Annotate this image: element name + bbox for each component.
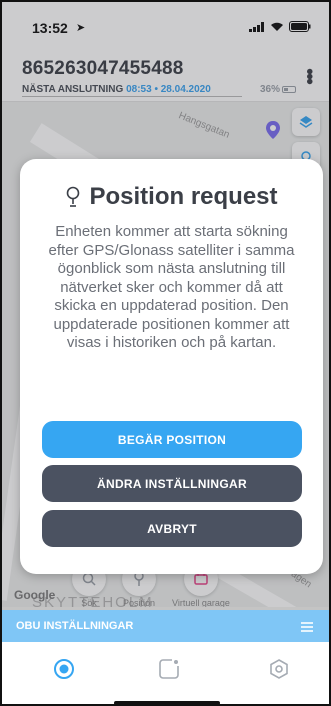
drag-handle-icon[interactable] bbox=[301, 622, 313, 634]
obu-settings-bar[interactable]: OBU INSTÄLLNINGAR bbox=[2, 610, 329, 642]
tab-device[interactable] bbox=[154, 654, 184, 684]
tab-settings[interactable] bbox=[264, 654, 294, 684]
dialog-message: Enheten kommer att starta sökning efter … bbox=[48, 223, 295, 351]
change-settings-button[interactable]: ÄNDRA INSTÄLLNINGAR bbox=[42, 465, 302, 502]
position-request-dialog: Position request Enheten kommer att star… bbox=[20, 159, 323, 574]
tab-bar bbox=[2, 642, 329, 704]
request-position-button[interactable]: BEGÄR POSITION bbox=[42, 421, 302, 458]
lightbulb-icon bbox=[67, 186, 80, 207]
tab-tracking[interactable] bbox=[49, 654, 79, 684]
dialog-title: Position request bbox=[89, 183, 278, 210]
home-indicator[interactable] bbox=[114, 701, 220, 704]
radar-icon bbox=[54, 659, 74, 679]
dialog-header: Position request bbox=[20, 183, 323, 211]
cancel-button[interactable]: AVBRYT bbox=[42, 510, 302, 547]
phone-screen: 13:52 ➤ 865263047455488 NÄSTA ANSLUTNING bbox=[0, 0, 331, 706]
obu-settings-label: OBU INSTÄLLNINGAR bbox=[16, 620, 134, 632]
device-icon bbox=[159, 659, 179, 679]
settings-icon bbox=[270, 659, 288, 679]
